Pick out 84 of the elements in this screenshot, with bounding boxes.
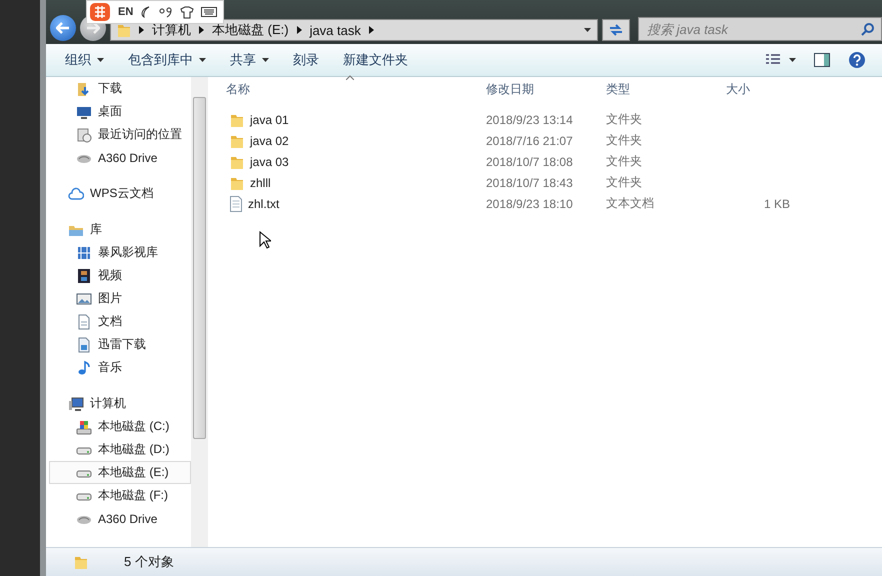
type-cell-text: 文件夹 [605, 174, 643, 191]
caret-icon [584, 28, 591, 32]
system-drive-icon [76, 418, 92, 434]
shirt-icon[interactable] [180, 6, 194, 18]
film-strip-icon [76, 268, 92, 284]
nav-item[interactable]: 本地磁盘 (C:) [49, 415, 191, 438]
text-file-icon [230, 196, 242, 212]
chevron-icon [296, 26, 302, 34]
caret-icon [789, 58, 796, 62]
nav-item[interactable]: 本地磁盘 (D:) [49, 438, 191, 461]
forward-arrow-icon [86, 22, 100, 34]
type-cell-text: 文件夹 [605, 111, 643, 128]
toolbar-button[interactable]: 组织 [58, 48, 111, 72]
scrollbar[interactable] [191, 77, 208, 547]
breadcrumb-item[interactable]: 本地磁盘 (E:) [212, 21, 289, 39]
nav-item[interactable]: 下载 [49, 77, 191, 100]
column-header[interactable]: 修改日期 [480, 80, 600, 98]
keyboard-icon[interactable] [201, 6, 218, 18]
refresh-button[interactable] [602, 19, 630, 41]
folder-icon [74, 554, 88, 570]
nav-item[interactable]: A360 Drive [49, 507, 191, 530]
details-view-icon [765, 53, 781, 67]
file-name[interactable]: java 01 [250, 112, 289, 126]
refresh-arrows-icon [608, 23, 624, 37]
search-box[interactable]: 搜索 java task [638, 17, 882, 41]
date-cell-text: 2018/10/7 18:08 [485, 154, 574, 168]
date-cell-text: 2018/9/23 13:14 [485, 112, 574, 126]
column-header[interactable]: 类型 [600, 80, 720, 98]
help-icon [848, 51, 866, 69]
column-header[interactable]: 大小 [720, 80, 790, 98]
toolbar-button[interactable]: 包含到库中 [121, 48, 213, 72]
breadcrumb-item[interactable]: 计算机 [152, 21, 191, 39]
computer-icon [68, 396, 84, 412]
nav-item[interactable]: 音乐 [49, 356, 191, 379]
document-icon [76, 314, 92, 330]
nav-item[interactable]: 桌面 [49, 100, 191, 123]
nav-item[interactable]: WPS云文档 [49, 182, 191, 205]
search-icon [861, 22, 875, 36]
date-cell-text: 2018/10/7 18:43 [485, 176, 574, 190]
ime-language[interactable]: EN [118, 6, 134, 18]
nav-item[interactable]: 计算机 [49, 392, 191, 415]
nav-item[interactable]: 迅雷下载 [49, 333, 191, 356]
punctuation-icon[interactable] [159, 6, 174, 18]
mouse-pointer-icon [259, 231, 271, 249]
toolbar-button[interactable]: 刻录 [286, 48, 326, 72]
size-cell-text: 1 KB [762, 196, 790, 210]
nav-item[interactable]: 库 [49, 218, 191, 241]
date-cell-text: 2018/7/16 21:07 [485, 134, 574, 148]
item-count: 5 个对象 [124, 553, 174, 571]
chevron-icon [368, 26, 374, 34]
file-name[interactable]: zhlll [250, 176, 271, 190]
column-header[interactable]: 名称 [220, 80, 480, 98]
nav-item[interactable]: 图片 [49, 287, 191, 310]
chevron-icon [199, 26, 204, 34]
nav-item[interactable]: 本地磁盘 (E:) [49, 461, 191, 484]
film-icon [76, 244, 92, 260]
date-cell-text: 2018/9/23 18:10 [485, 196, 574, 210]
toolbar-button[interactable]: 新建文件夹 [336, 48, 415, 72]
address-bar[interactable]: 计算机 本地磁盘 (E:) java task [110, 19, 598, 41]
nav-item[interactable]: 本地磁盘 (F:) [49, 484, 191, 507]
nav-item[interactable]: 暴风影视库 [49, 241, 191, 264]
music-note-icon [76, 360, 92, 376]
cloud-icon [68, 186, 84, 202]
recent-places-icon [76, 126, 92, 142]
nav-item[interactable]: 视频 [49, 264, 191, 287]
search-field[interactable]: 搜索 java task [645, 20, 861, 38]
type-cell-text: 文件夹 [605, 153, 643, 170]
folder-icon [117, 22, 131, 38]
toolbar-button[interactable]: 共享 [223, 48, 276, 72]
preview-pane-icon [814, 53, 830, 67]
document-download-icon [76, 336, 92, 352]
picture-icon [76, 290, 92, 306]
file-name[interactable]: zhl.txt [248, 196, 280, 210]
type-cell-text: 文件夹 [605, 132, 643, 149]
file-name[interactable]: java 02 [250, 134, 289, 148]
breadcrumb-item[interactable]: java task [310, 22, 361, 38]
nav-item[interactable]: 最近访问的位置 [49, 123, 191, 146]
chevron-icon [139, 26, 144, 34]
type-cell-text: 文本文档 [605, 195, 655, 212]
file-name[interactable]: java 03 [250, 154, 289, 168]
back-button[interactable] [50, 15, 76, 41]
back-arrow-icon [56, 22, 70, 34]
nav-item[interactable]: A360 Drive [49, 146, 191, 169]
nav-item[interactable]: 文档 [49, 310, 191, 333]
